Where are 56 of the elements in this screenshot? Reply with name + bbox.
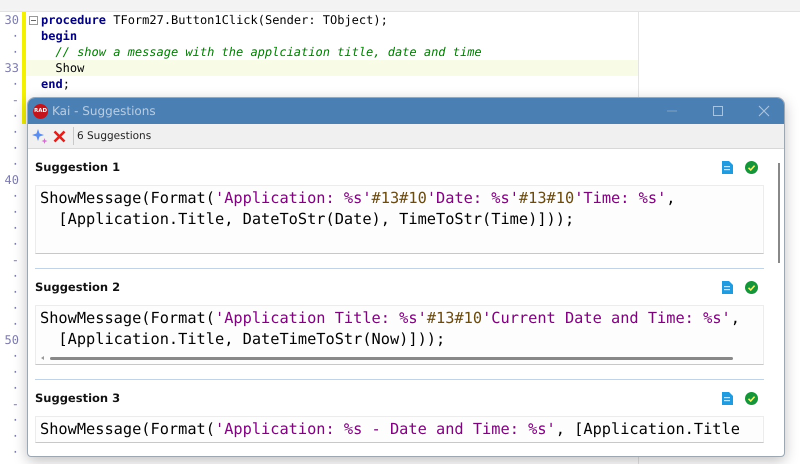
code-line: [Application.Title, DateTimeToStr(Now)]));: [57, 329, 446, 350]
line-number: ·: [12, 348, 19, 364]
line-number: ·: [12, 44, 19, 60]
suggestion-title: Suggestion 1: [35, 160, 122, 174]
line-number: ·: [12, 108, 19, 124]
line-number: ·: [12, 156, 19, 172]
code-line: begin: [41, 28, 78, 44]
code-line: ShowMessage(Format('Application: %s'#13#10'Date: %s'#13#10'Time: %s',: [40, 188, 677, 209]
code-line: // show a message with the applciation title, date and time: [55, 44, 482, 60]
close-icon[interactable]: [53, 130, 66, 142]
suggestion-title: Suggestion 3: [35, 391, 122, 405]
code-line: ShowMessage(Format('Application Title: %s'#13#10'Current Date and Time: %s',: [40, 308, 741, 329]
line-number: ·: [12, 428, 19, 444]
document-icon[interactable]: [722, 280, 733, 294]
line-number: 40: [4, 172, 19, 188]
line-number: ·: [12, 364, 19, 380]
line-number: ·: [12, 380, 19, 396]
sparkle-icon[interactable]: [32, 128, 48, 144]
line-number: -: [12, 252, 19, 268]
line-number: ·: [12, 188, 19, 204]
code-line: end;: [41, 76, 70, 92]
scrollbar-thumb[interactable]: [50, 356, 733, 360]
line-number: ·: [12, 284, 19, 300]
fold-icon[interactable]: [29, 16, 38, 24]
scroll-left-icon[interactable]: [40, 355, 46, 361]
window-title: Kai - Suggestions: [52, 104, 157, 118]
line-number: ·: [12, 268, 19, 284]
line-number: ·: [12, 220, 19, 236]
line-number: ·: [12, 204, 19, 220]
line-number: 33: [4, 60, 19, 76]
line-number: ·: [12, 412, 19, 428]
line-number: 30: [4, 12, 19, 28]
code-line: procedure TForm27.Button1Click(Sender: TObject);: [41, 12, 388, 28]
line-number: ·: [12, 140, 19, 156]
line-number: ·: [12, 236, 19, 252]
line-number: ·: [12, 28, 19, 44]
accept-icon[interactable]: [745, 160, 758, 174]
code-line: [Application.Title, DateToStr(Date), TimeToStr(Time)]));: [57, 209, 576, 230]
accept-icon[interactable]: [745, 392, 758, 404]
document-icon[interactable]: [722, 160, 733, 174]
line-number: ·: [12, 76, 19, 92]
code-line: ShowMessage(Format('Application: %s - Date and Time: %s', [Application.Title: [40, 419, 741, 440]
suggestion-count: 6 Suggestions: [77, 130, 152, 142]
maximize-icon[interactable]: [712, 105, 724, 117]
line-number: 50: [4, 332, 19, 348]
suggestion-title: Suggestion 2: [35, 280, 122, 294]
line-number: ·: [12, 444, 19, 460]
code-line: Show: [55, 60, 84, 76]
line-number: ·: [12, 300, 19, 316]
line-number: -: [12, 92, 19, 108]
line-number: ·: [12, 316, 19, 332]
line-number: -: [12, 396, 19, 412]
close-icon[interactable]: [758, 105, 770, 117]
document-icon[interactable]: [722, 392, 733, 404]
accept-icon[interactable]: [745, 280, 758, 294]
line-number: ·: [12, 124, 19, 140]
